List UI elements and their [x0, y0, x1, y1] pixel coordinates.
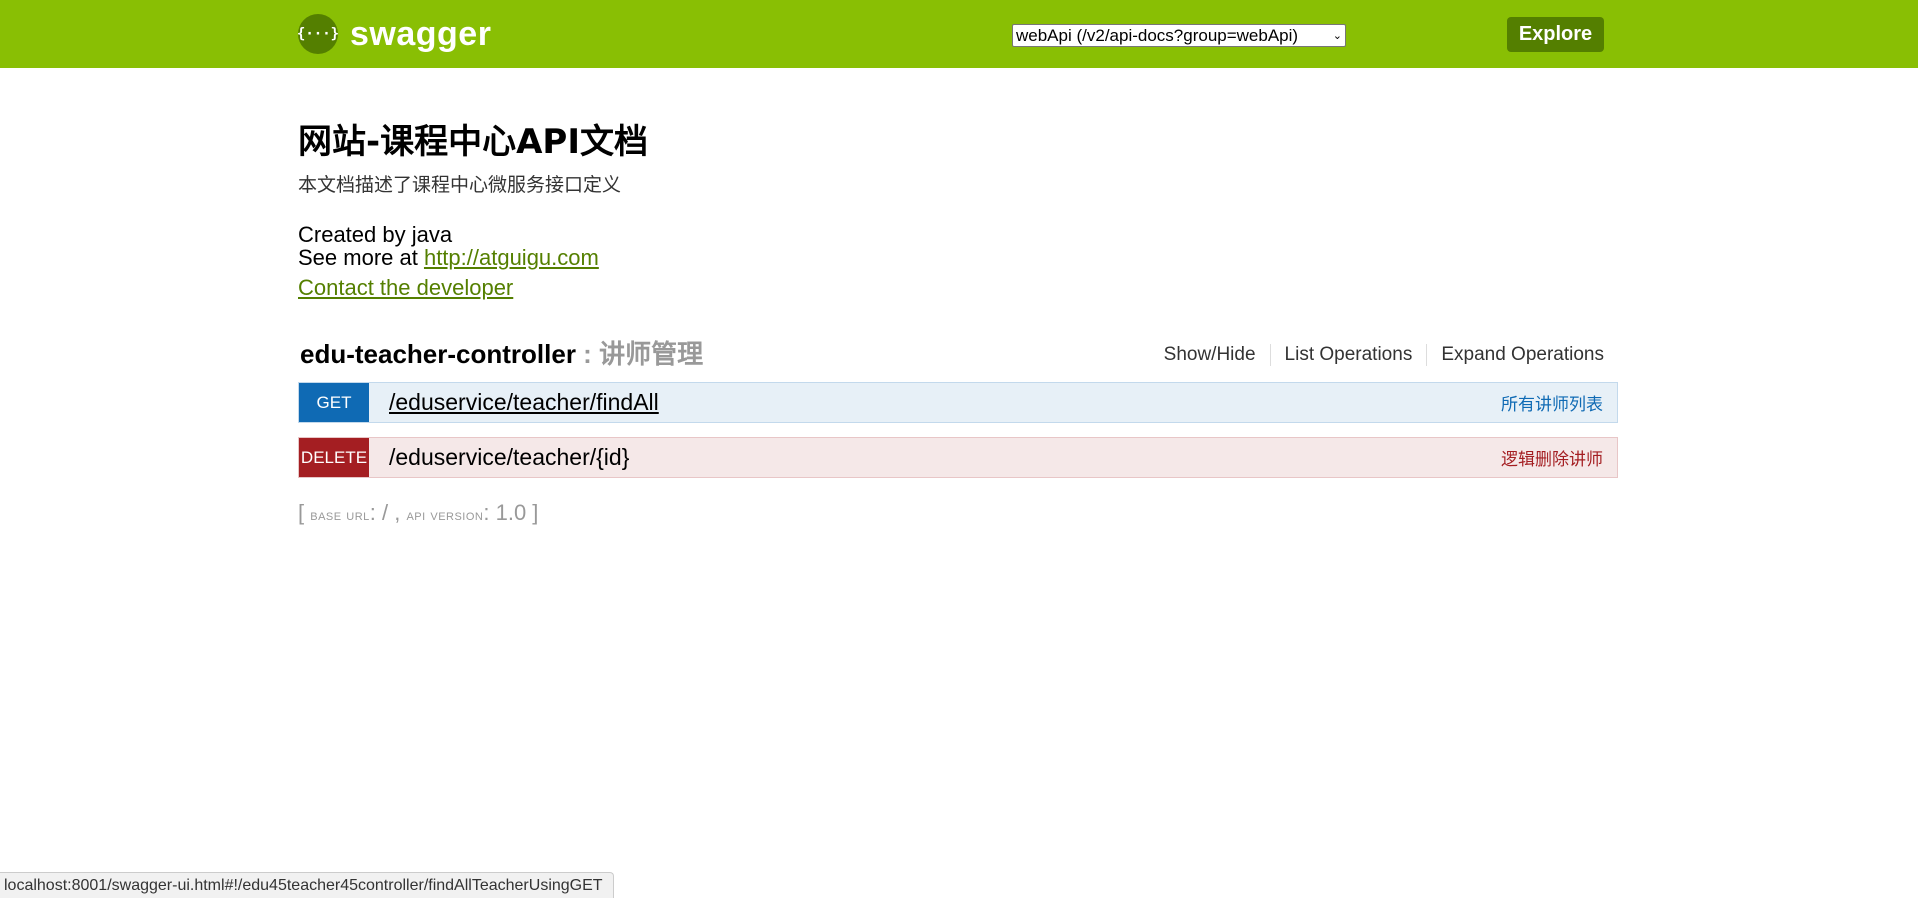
base-url-value: : / ,	[369, 500, 407, 525]
api-version-label: api version	[406, 507, 484, 524]
contact-developer-link[interactable]: Contact the developer	[298, 275, 513, 301]
expand-operations-link[interactable]: Expand Operations	[1427, 344, 1604, 366]
api-select-value: webApi (/v2/api-docs?group=webApi)	[1016, 25, 1299, 45]
swagger-braces-icon: {···}	[297, 14, 339, 54]
api-definition-select[interactable]: webApi (/v2/api-docs?group=webApi) ⌄	[1012, 24, 1346, 47]
operation-delete-teacher[interactable]: DELETE /eduservice/teacher/{id} 逻辑删除讲师	[298, 437, 1618, 478]
chevron-down-icon: ⌄	[1332, 30, 1342, 42]
api-description: 本文档描述了课程中心微服务接口定义	[298, 174, 622, 196]
see-more-link[interactable]: http://atguigu.com	[424, 245, 599, 270]
http-method-badge[interactable]: GET	[299, 383, 369, 422]
resource-separator: :	[575, 339, 600, 369]
operation-summary[interactable]: 逻辑删除讲师	[1501, 445, 1603, 470]
see-more-prefix: See more at	[298, 245, 424, 270]
operation-path[interactable]: /eduservice/teacher/findAll	[389, 389, 659, 416]
operation-get-findall[interactable]: GET /eduservice/teacher/findAll 所有讲师列表	[298, 382, 1618, 423]
swagger-logo[interactable]: {···} swagger	[297, 14, 492, 54]
open-bracket: [	[298, 500, 311, 525]
created-by: Created by java	[298, 222, 453, 247]
list-operations-link[interactable]: List Operations	[1271, 344, 1427, 366]
header-bar: {···} swagger webApi (/v2/api-docs?group…	[0, 0, 1918, 68]
operation-path[interactable]: /eduservice/teacher/{id}	[389, 444, 629, 471]
see-more: See more at http://atguigu.com	[298, 246, 599, 269]
show-hide-link[interactable]: Show/Hide	[1150, 344, 1270, 366]
base-url-label: base url	[310, 507, 370, 524]
browser-status-bar: localhost:8001/swagger-ui.html#!/edu45te…	[0, 872, 614, 898]
page-title: 网站-课程中心API文档	[298, 122, 648, 162]
resource-actions: Show/Hide List Operations Expand Operati…	[1150, 344, 1604, 366]
api-version-value: : 1.0 ]	[483, 500, 539, 525]
resource-name[interactable]: edu-teacher-controller	[300, 339, 576, 369]
status-url: localhost:8001/swagger-ui.html#!/edu45te…	[4, 876, 603, 894]
http-method-badge[interactable]: DELETE	[299, 438, 369, 477]
resource-description: 讲师管理	[599, 339, 704, 369]
logo-text: swagger	[350, 14, 492, 53]
operation-summary[interactable]: 所有讲师列表	[1501, 390, 1603, 415]
explore-button[interactable]: Explore	[1507, 17, 1604, 52]
api-meta: Created by java See more at http://atgui…	[298, 223, 599, 269]
resource-heading[interactable]: edu-teacher-controller : 讲师管理	[300, 336, 703, 372]
base-url-info: [ base url: / , api version: 1.0 ]	[298, 500, 538, 526]
